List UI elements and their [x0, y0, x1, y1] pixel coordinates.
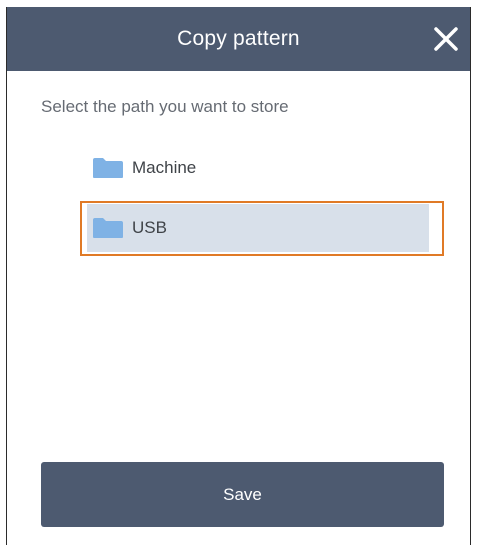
path-item-machine[interactable]: Machine: [87, 144, 429, 192]
close-button[interactable]: [431, 24, 461, 54]
path-item-usb[interactable]: USB: [87, 204, 429, 252]
save-button[interactable]: Save: [41, 462, 444, 527]
path-prompt: Select the path you want to store: [41, 97, 289, 116]
copy-pattern-dialog: Copy pattern Select the path you want to…: [6, 7, 471, 545]
path-label-machine: Machine: [132, 158, 197, 177]
dialog-header: Copy pattern: [7, 7, 470, 71]
folder-icon: [93, 158, 123, 178]
path-label-usb: USB: [132, 218, 167, 237]
save-label: Save: [223, 484, 262, 504]
folder-icon: [93, 218, 123, 238]
close-icon: [434, 27, 458, 51]
dialog-title: Copy pattern: [177, 27, 300, 50]
